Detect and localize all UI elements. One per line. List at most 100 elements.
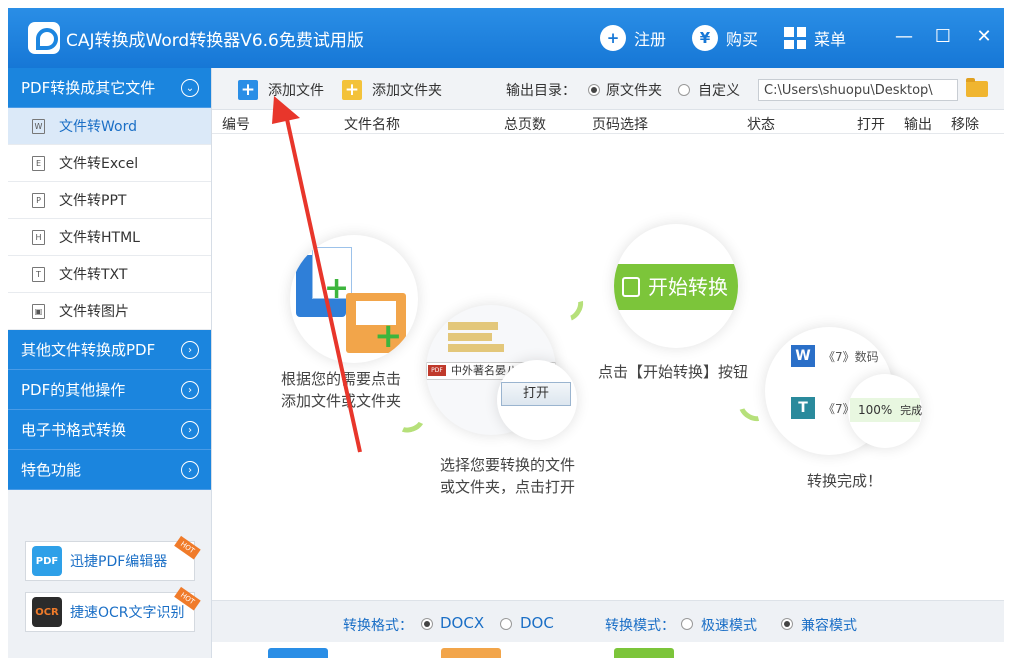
hot-badge: HOT (174, 535, 201, 560)
result-item-1: 《7》数码 (823, 350, 879, 364)
add-file-label: 添加文件 (268, 83, 324, 99)
step3-text: 点击【开始转换】按钮 (598, 363, 749, 381)
sidebar-category-other-to-pdf[interactable]: 其他文件转换成PDF › (8, 330, 211, 370)
buy-label: 购买 (726, 30, 759, 49)
add-folder-icon: + (342, 80, 362, 100)
format-doc-label: DOC (520, 614, 554, 632)
pdf-icon: PDF (428, 365, 446, 376)
maximize-button[interactable]: ☐ (930, 24, 956, 50)
ppt-file-icon: P (32, 192, 45, 208)
col-page-select: 页码选择 (592, 117, 648, 133)
col-output: 输出 (904, 117, 932, 133)
promo-label: 迅捷PDF编辑器 (70, 554, 168, 570)
add-file-button[interactable]: + 添加文件 (238, 79, 324, 101)
step4-zoom: 100% 完成 (848, 374, 922, 448)
sidebar-item-to-image[interactable]: ▣ 文件转图片 (8, 293, 211, 330)
action-button-edge[interactable] (614, 648, 674, 658)
menu-button[interactable]: 菜单 (784, 24, 846, 52)
menu-label: 菜单 (814, 30, 847, 49)
action-buttons-strip (212, 642, 1004, 658)
step3-illustration: 开始转换 (614, 224, 738, 348)
sidebar-item-to-ppt[interactable]: P 文件转PPT (8, 182, 211, 219)
app-logo-icon (28, 22, 60, 54)
sidebar-item-to-txt[interactable]: T 文件转TXT (8, 256, 211, 293)
mode-label: 转换模式： (605, 618, 675, 634)
col-filename: 文件名称 (344, 117, 400, 133)
plus-icon: + (324, 271, 350, 306)
promo-pdf-editor[interactable]: PDF 迅捷PDF编辑器 HOT (25, 535, 201, 581)
sidebar-category-pdf-operations[interactable]: PDF的其他操作 › (8, 370, 211, 410)
sidebar-item-to-word[interactable]: W 文件转Word (8, 108, 211, 145)
sidebar-item-label: 文件转Word (59, 119, 137, 135)
sidebar-item-label: 文件转TXT (59, 267, 128, 283)
register-label: 注册 (634, 30, 667, 49)
yen-icon: ¥ (692, 25, 718, 51)
output-dir-label: 输出目录： (506, 83, 576, 99)
user-add-icon: + (600, 25, 626, 51)
chevron-right-icon: › (181, 381, 199, 399)
flow-arrow-icon (553, 288, 589, 326)
radio-fast-mode[interactable] (681, 618, 693, 630)
radio-doc[interactable] (500, 618, 512, 630)
step1-caption: 根据您的需要点击 添加文件或文件夹 (281, 368, 401, 412)
category-label: 其他文件转换成PDF (21, 341, 156, 359)
step2-caption: 选择您要转换的文件 或文件夹，点击打开 (440, 454, 575, 498)
chevron-down-icon: ⌄ (181, 79, 199, 97)
format-docx-label: DOCX (440, 614, 485, 632)
col-pages: 总页数 (504, 117, 546, 133)
sidebar-item-label: 文件转Excel (59, 156, 139, 172)
option-original-label: 原文件夹 (606, 83, 662, 99)
category-label: PDF的其他操作 (21, 381, 126, 399)
add-folder-button[interactable]: + 添加文件夹 (342, 79, 442, 101)
html-file-icon: H (32, 229, 45, 245)
col-number: 编号 (222, 117, 250, 133)
format-label: 转换格式： (343, 618, 413, 634)
minimize-button[interactable]: — (891, 24, 917, 50)
step1-illustration: + + (290, 235, 418, 363)
sidebar-item-label: 文件转HTML (59, 230, 140, 246)
open-button-illustration: 打开 (501, 382, 571, 406)
category-label: PDF转换成其它文件 (21, 79, 156, 97)
option-custom-label: 自定义 (698, 83, 740, 99)
word-icon: W (791, 345, 815, 367)
register-button[interactable]: + 注册 (600, 24, 666, 52)
txt-file-icon: T (32, 266, 45, 282)
chevron-right-icon: › (181, 341, 199, 359)
image-file-icon: ▣ (32, 303, 45, 319)
sidebar-category-ebook[interactable]: 电子书格式转换 › (8, 410, 211, 450)
action-button-edge[interactable] (441, 648, 501, 658)
category-label: 特色功能 (21, 461, 82, 479)
excel-file-icon: E (32, 155, 45, 171)
radio-docx[interactable] (421, 618, 433, 630)
sidebar-category-features[interactable]: 特色功能 › (8, 450, 211, 490)
txt-icon: T (791, 397, 815, 419)
sidebar: PDF转换成其它文件 ⌄ W 文件转Word E 文件转Excel P 文件转P… (8, 68, 212, 658)
step4-text: 转换完成！ (807, 472, 883, 490)
ocr-icon: OCR (32, 597, 62, 627)
chevron-right-icon: › (181, 461, 199, 479)
close-button[interactable]: ✕ (971, 24, 997, 50)
pdf-editor-icon: PDF (32, 546, 62, 576)
radio-custom-folder[interactable] (678, 84, 690, 96)
sidebar-category-pdf-to-other[interactable]: PDF转换成其它文件 ⌄ (8, 68, 211, 108)
step2-zoom: 打开 (497, 360, 577, 440)
sidebar-item-to-excel[interactable]: E 文件转Excel (8, 145, 211, 182)
sidebar-item-label: 文件转图片 (59, 304, 129, 320)
grid-menu-icon (784, 27, 806, 49)
radio-original-folder[interactable] (588, 84, 600, 96)
output-path-input[interactable] (758, 79, 958, 101)
buy-button[interactable]: ¥ 购买 (692, 24, 758, 52)
add-folder-label: 添加文件夹 (372, 83, 442, 99)
promo-ocr[interactable]: OCR 捷速OCR文字识别 HOT (25, 586, 201, 632)
step2-text: 选择您要转换的文件 或文件夹，点击打开 (440, 456, 576, 496)
col-open: 打开 (857, 117, 885, 133)
browse-folder-icon[interactable] (966, 78, 988, 97)
radio-compat-mode[interactable] (781, 618, 793, 630)
play-icon (622, 277, 640, 297)
action-button-edge[interactable] (268, 648, 328, 658)
step1-text: 根据您的需要点击 添加文件或文件夹 (281, 370, 402, 410)
sidebar-item-to-html[interactable]: H 文件转HTML (8, 219, 211, 256)
progress-value: 100% (858, 403, 893, 417)
step3-caption: 点击【开始转换】按钮 (598, 361, 748, 383)
col-remove: 移除 (951, 117, 979, 133)
